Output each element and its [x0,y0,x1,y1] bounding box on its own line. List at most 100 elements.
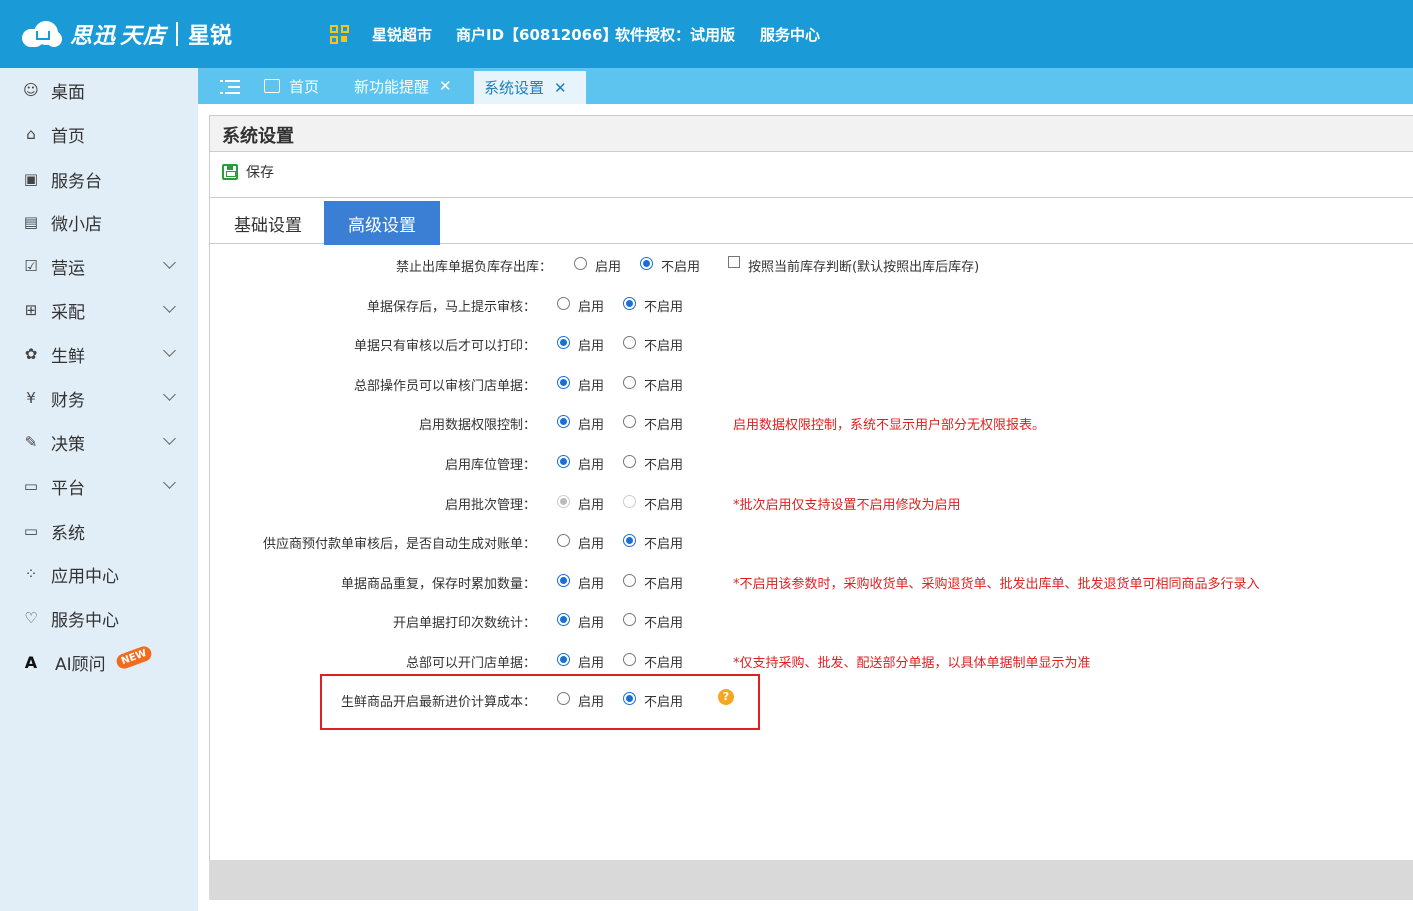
chevron-down-icon[interactable] [163,476,176,489]
radio-disable-label: 不启用 [644,498,684,513]
horizontal-scrollbar[interactable] [209,860,1413,900]
cart-icon: ⊞ [24,301,38,319]
setting-label: 禁止出库单据负库存出库： [395,260,552,275]
qr-code-icon[interactable] [330,25,350,45]
radio-enable[interactable] [574,257,587,270]
sidebar-item[interactable]: ⁘ 应用中心 [0,554,198,594]
sidebar-item-label: 桌面 [51,82,85,103]
radio-enable[interactable] [557,653,570,666]
setting-label: 单据只有审核以后才可以打印： [353,339,536,354]
sidebar-item[interactable]: ▭ 系统 [0,511,198,551]
setting-row: 启用批次管理： 启用 不启用 *批次启用仅支持设置不启用修改为启用 [210,490,1413,514]
sidebar-item[interactable]: ⊞ 采配 [0,290,198,330]
decision-icon: ✎ [24,433,38,451]
platform-icon: ▭ [23,477,39,495]
radio-disable[interactable] [623,613,636,626]
sidebar-item[interactable]: ¥ 财务 [0,378,198,418]
sidebar-item[interactable]: ▣ 服务台 [0,159,198,199]
settings-subtabs: 基础设置 高级设置 [210,198,1413,245]
chevron-down-icon[interactable] [163,344,176,357]
sidebar-item[interactable]: ☑ 营运 [0,246,198,286]
tab-home[interactable]: 首页 [264,68,319,104]
sidebar-item[interactable]: ♡ 服务中心 [0,598,198,638]
radio-enable[interactable] [557,336,570,349]
sidebar-item[interactable]: A AI顾问 NEW [0,642,198,682]
setting-note: *不启用该参数时，采购收货单、采购退货单、批发出库单、批发退货单可相同商品多行录… [733,577,1260,592]
radio-disable[interactable] [623,574,636,587]
setting-row: 单据保存后，马上提示审核： 启用 不启用 [210,292,1413,316]
radio-disable[interactable] [623,534,636,547]
sidebar-item-label: 营运 [51,258,85,279]
tab-basic-settings[interactable]: 基础设置 [218,201,318,245]
chevron-down-icon[interactable] [163,388,176,401]
store-name[interactable]: 星锐超市 [372,24,432,45]
radio-enable[interactable] [557,455,570,468]
radio-enable[interactable] [557,415,570,428]
sidebar-item-label: 生鲜 [51,346,85,367]
license-info[interactable]: 软件授权：试用版 [615,24,735,45]
radio-disable [623,495,636,508]
cloud-cart-logo-icon [20,19,66,49]
setting-label: 总部可以开门店单据： [405,656,536,671]
setting-row: 总部可以开门店单据： 启用 不启用 *仅支持采购、批发、配送部分单据，以具体单据制单显… [210,648,1413,672]
toolbar: 保存 [210,152,1413,198]
radio-enable-label: 启用 [578,656,605,671]
radio-enable[interactable] [557,613,570,626]
sidebar-item[interactable]: ▭ 平台 [0,466,198,506]
stock-check-checkbox[interactable] [728,256,740,268]
radio-disable-label: 不启用 [644,616,684,631]
radio-enable[interactable] [557,574,570,587]
setting-note: *仅支持采购、批发、配送部分单据，以具体单据制单显示为准 [733,656,1091,671]
radio-disable[interactable] [623,653,636,666]
chevron-down-icon[interactable] [163,256,176,269]
tab-advanced-settings[interactable]: 高级设置 [324,201,440,245]
chevron-down-icon[interactable] [163,432,176,445]
sidebar-item[interactable]: ✿ 生鲜 [0,334,198,374]
sidebar-item-label: 应用中心 [51,566,119,587]
radio-disable[interactable] [623,376,636,389]
save-button[interactable]: 保存 [222,162,274,182]
tab-new-features[interactable]: 新功能提醒 ✕ [354,68,452,104]
radio-enable[interactable] [557,376,570,389]
radio-disable[interactable] [623,455,636,468]
radio-enable-label: 启用 [578,379,605,394]
sidebar-item[interactable]: ✎ 决策 [0,422,198,462]
radio-disable[interactable] [623,415,636,428]
radio-disable[interactable] [640,257,653,270]
radio-disable[interactable] [623,336,636,349]
sidebar-item-label: AI顾问 [55,654,106,675]
radio-enable[interactable] [557,297,570,310]
radio-enable-label: 启用 [595,260,622,275]
close-icon[interactable]: ✕ [439,77,452,95]
home-store-icon: ⌂ [26,125,36,143]
tab-system-settings[interactable]: 系统设置 ✕ [474,68,586,104]
desktop-icon: ☺ [23,81,39,99]
sidebar-item[interactable]: ▤ 微小店 [0,202,198,242]
logo-divider [176,22,179,46]
setting-label: 总部操作员可以审核门店单据： [353,379,536,394]
content-gutter [198,104,1413,115]
sidebar-item-label: 微小店 [51,214,102,235]
sidebar-item[interactable]: ☺ 桌面 [0,70,198,110]
radio-disable-label: 不启用 [644,656,684,671]
sidebar-item-label: 服务中心 [51,610,119,631]
floppy-disk-icon [222,164,238,180]
setting-row: 开启单据打印次数统计： 启用 不启用 [210,608,1413,632]
tab-label: 首页 [289,77,320,96]
sidebar-item[interactable]: ⌂ 首页 [0,114,198,154]
radio-enable-label: 启用 [578,537,605,552]
radio-enable[interactable] [557,534,570,547]
merchant-id: 商户ID【60812066】 [456,26,618,44]
sidebar-item-label: 决策 [51,434,85,455]
service-center-link[interactable]: 服务中心 [760,24,820,45]
collapse-menu-icon[interactable] [220,79,240,95]
radio-disable-label: 不启用 [644,339,684,354]
chevron-down-icon[interactable] [163,300,176,313]
radio-enable-label: 启用 [578,339,605,354]
settings-panel: 系统设置 保存 基础设置 高级设置 禁止出库单据负库存出库： 启用 不启用 按照当前库… [209,115,1413,860]
setting-label: 单据商品重复，保存时累加数量： [340,577,536,592]
setting-row: 禁止出库单据负库存出库： 启用 不启用 按照当前库存判断(默认按照出库后库存) [210,252,1413,276]
radio-disable[interactable] [623,297,636,310]
highlight-box [320,674,760,730]
close-icon[interactable]: ✕ [554,79,567,97]
